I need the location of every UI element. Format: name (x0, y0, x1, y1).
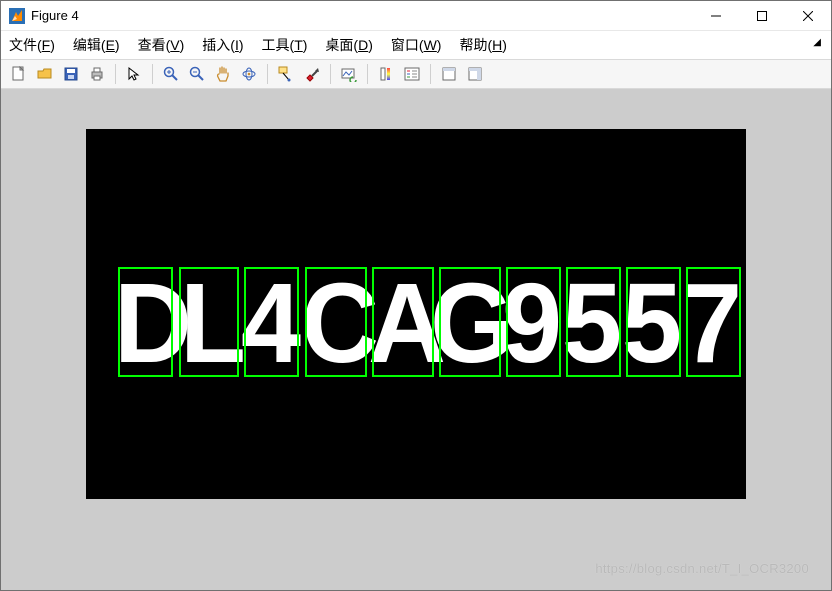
toolbar-sep-3 (267, 64, 268, 84)
edit-plot-button[interactable] (122, 62, 146, 86)
menu-edit[interactable]: 编辑(E) (73, 35, 120, 55)
menu-window[interactable]: 窗口(W) (391, 35, 442, 55)
figure-window: Figure 4 文件(F) 编辑(E) 查看(V) 插入(I) 工具(T) 桌… (0, 0, 832, 591)
brush-icon (304, 66, 320, 82)
axes[interactable]: DL4CAG9557 (86, 129, 746, 499)
menu-file[interactable]: 文件(F) (9, 35, 55, 55)
window-controls (693, 1, 831, 30)
toolbar-sep-6 (430, 64, 431, 84)
maximize-icon (757, 11, 767, 21)
datatip-icon (278, 66, 294, 82)
menu-view-key: V (170, 37, 179, 53)
close-button[interactable] (785, 1, 831, 30)
colorbar-icon (378, 66, 394, 82)
menu-tools-key: T (294, 37, 303, 53)
save-button[interactable] (59, 62, 83, 86)
open-button[interactable] (33, 62, 57, 86)
layout2-icon (467, 66, 483, 82)
rotate3d-button[interactable] (237, 62, 261, 86)
menu-desktop-key: D (358, 37, 368, 53)
layout1-icon (441, 66, 457, 82)
bounding-box (305, 267, 367, 377)
print-button[interactable] (85, 62, 109, 86)
bounding-box (179, 267, 239, 377)
toolbar-sep-5 (367, 64, 368, 84)
bounding-box (244, 267, 299, 377)
bounding-box (118, 267, 173, 377)
maximize-button[interactable] (739, 1, 785, 30)
watermark-text: https://blog.csdn.net/T_I_OCR3200 (595, 561, 809, 576)
link-button[interactable] (337, 62, 361, 86)
close-icon (803, 11, 813, 21)
toolbar (1, 59, 831, 89)
bounding-box (506, 267, 561, 377)
menu-file-key: F (42, 37, 51, 53)
save-icon (63, 66, 79, 82)
toolbar-sep-2 (152, 64, 153, 84)
menu-help-label: 帮助 (459, 37, 487, 53)
window-title: Figure 4 (31, 8, 693, 23)
toolbar-sep-1 (115, 64, 116, 84)
menu-window-key: W (424, 37, 437, 53)
bounding-box (439, 267, 501, 377)
minimize-button[interactable] (693, 1, 739, 30)
minimize-icon (711, 11, 721, 21)
hide-plot-tools-button[interactable] (437, 62, 461, 86)
menu-insert[interactable]: 插入(I) (202, 35, 243, 55)
menu-insert-key: I (235, 37, 239, 53)
menu-window-label: 窗口 (391, 37, 419, 53)
menu-tools[interactable]: 工具(T) (262, 35, 308, 55)
menubar: 文件(F) 编辑(E) 查看(V) 插入(I) 工具(T) 桌面(D) 窗口(W… (1, 31, 831, 59)
bounding-box (566, 267, 621, 377)
toolbar-sep-4 (330, 64, 331, 84)
matlab-icon (9, 8, 25, 24)
datatip-button[interactable] (274, 62, 298, 86)
menu-edit-key: E (106, 37, 115, 53)
rotate-icon (241, 66, 257, 82)
link-icon (341, 66, 357, 82)
menu-help[interactable]: 帮助(H) (459, 35, 506, 55)
brush-button[interactable] (300, 62, 324, 86)
show-plot-tools-button[interactable] (463, 62, 487, 86)
legend-icon (404, 66, 420, 82)
menu-desktop-label: 桌面 (325, 37, 353, 53)
bounding-box (686, 267, 741, 377)
new-icon (11, 66, 27, 82)
titlebar[interactable]: Figure 4 (1, 1, 831, 31)
pan-icon (215, 66, 231, 82)
bounding-box (626, 267, 681, 377)
new-figure-button[interactable] (7, 62, 31, 86)
menu-view-label: 查看 (138, 37, 166, 53)
cursor-icon (126, 66, 142, 82)
zoom-in-button[interactable] (159, 62, 183, 86)
zoom-out-button[interactable] (185, 62, 209, 86)
bounding-box (372, 267, 434, 377)
menu-help-key: H (492, 37, 502, 53)
dock-menu-icon[interactable]: ◢ (813, 37, 821, 48)
colorbar-button[interactable] (374, 62, 398, 86)
open-icon (37, 66, 53, 82)
menu-view[interactable]: 查看(V) (138, 35, 185, 55)
menu-file-label: 文件 (9, 37, 37, 53)
zoom-out-icon (189, 66, 205, 82)
pan-button[interactable] (211, 62, 235, 86)
menu-tools-label: 工具 (262, 37, 290, 53)
figure-canvas-area[interactable]: DL4CAG9557 https://blog.csdn.net/T_I_OCR… (1, 89, 831, 590)
zoom-in-icon (163, 66, 179, 82)
menu-insert-label: 插入 (202, 37, 230, 53)
menu-desktop[interactable]: 桌面(D) (325, 35, 372, 55)
legend-button[interactable] (400, 62, 424, 86)
print-icon (89, 66, 105, 82)
menu-edit-label: 编辑 (73, 37, 101, 53)
